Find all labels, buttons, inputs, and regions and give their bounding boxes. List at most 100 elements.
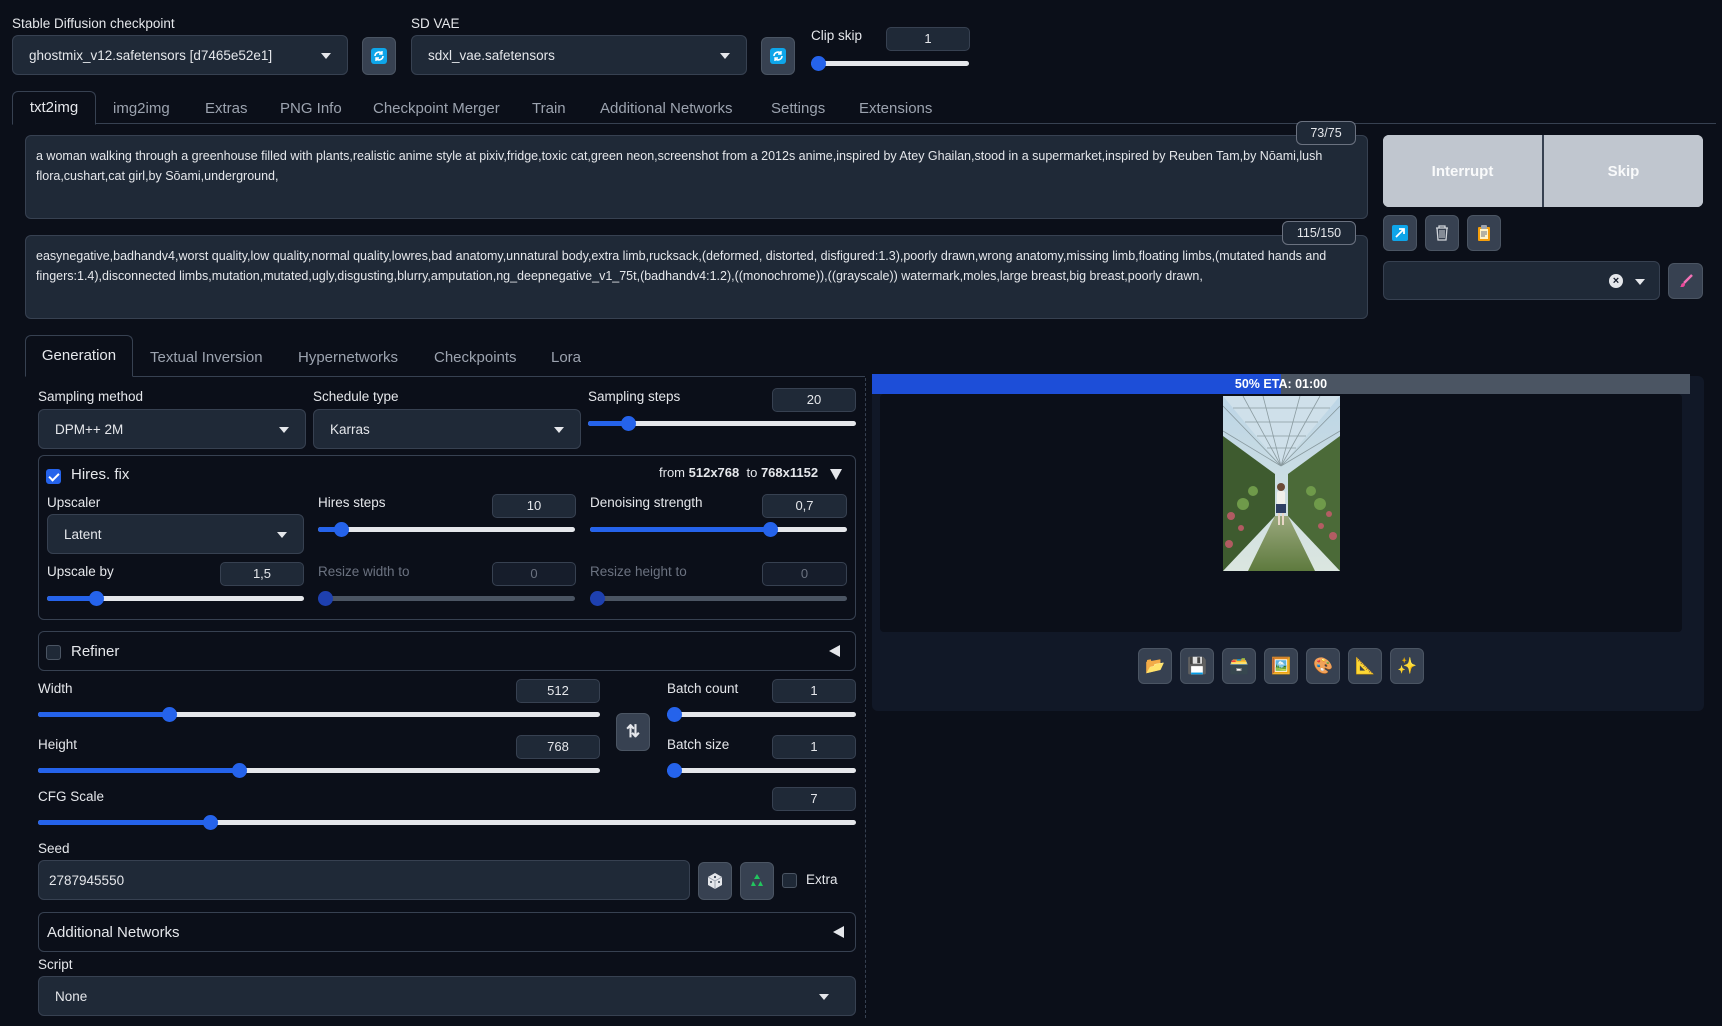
negative-prompt-text: easynegative,badhandv4,worst quality,low… <box>36 249 1327 283</box>
zip-button[interactable]: 🗃️ <box>1222 648 1256 684</box>
checkpoint-dropdown[interactable]: ghostmix_v12.safetensors [d7465e52e1] <box>12 35 348 75</box>
preview-image[interactable] <box>1223 396 1340 571</box>
vae-dropdown[interactable]: sdxl_vae.safetensors <box>411 35 747 75</box>
clip-skip-slider[interactable] <box>811 55 969 71</box>
clip-skip-input[interactable]: 1 <box>886 27 970 51</box>
tab-png-info[interactable]: PNG Info <box>280 100 342 117</box>
edit-styles-button[interactable] <box>1668 263 1703 299</box>
upscale-button[interactable]: ✨ <box>1390 648 1424 684</box>
tab-hypernetworks[interactable]: Hypernetworks <box>298 349 398 366</box>
height-slider[interactable] <box>38 762 600 778</box>
expand-triangle-icon[interactable] <box>829 645 840 657</box>
slider-thumb[interactable] <box>762 522 778 537</box>
slider-thumb[interactable] <box>811 56 826 71</box>
reuse-seed-button[interactable] <box>740 862 774 900</box>
refresh-vae-button[interactable] <box>761 37 795 75</box>
slider-thumb[interactable] <box>161 707 177 722</box>
send-to-extras-button[interactable]: 📐 <box>1348 648 1382 684</box>
slider-thumb[interactable] <box>621 416 637 431</box>
prompt-textarea[interactable]: a woman walking through a greenhouse fil… <box>25 135 1368 219</box>
tab-generation[interactable]: Generation <box>25 335 133 377</box>
slider-thumb[interactable] <box>667 763 682 778</box>
save-button[interactable]: 💾 <box>1180 648 1214 684</box>
paste-params-button[interactable] <box>1383 215 1417 251</box>
slider-fill <box>38 820 210 825</box>
width-input[interactable]: 512 <box>516 679 600 703</box>
denoising-strength-slider[interactable] <box>590 521 847 537</box>
height-input[interactable]: 768 <box>516 735 600 759</box>
sampling-steps-slider[interactable] <box>588 415 856 431</box>
hires-to-size: 768x1152 <box>760 465 819 480</box>
open-folder-button[interactable]: 📂 <box>1138 648 1172 684</box>
tab-txt2img[interactable]: txt2img <box>12 91 96 125</box>
slider-thumb[interactable] <box>334 522 350 537</box>
width-slider[interactable] <box>38 706 600 722</box>
upscaler-label: Upscaler <box>47 495 101 510</box>
batch-size-slider[interactable] <box>667 762 856 778</box>
upscaler-dropdown[interactable]: Latent <box>47 514 304 554</box>
hires-fix-checkbox[interactable] <box>46 469 61 484</box>
random-seed-button[interactable] <box>698 862 732 900</box>
clear-prompt-button[interactable] <box>1425 215 1459 251</box>
skip-button[interactable]: Skip <box>1544 135 1703 207</box>
tab-settings[interactable]: Settings <box>771 100 825 117</box>
schedule-type-dropdown[interactable]: Karras <box>313 409 581 449</box>
progress-text: 50% ETA: 01:00 <box>1234 377 1328 391</box>
resize-height-input[interactable]: 0 <box>762 562 847 586</box>
recycle-icon <box>751 874 763 886</box>
slider-thumb[interactable] <box>590 591 605 606</box>
tab-textual-inversion[interactable]: Textual Inversion <box>150 349 263 366</box>
refresh-checkpoint-button[interactable] <box>362 37 396 75</box>
swap-dimensions-button[interactable]: ⇅ <box>616 713 650 751</box>
batch-size-input[interactable]: 1 <box>772 735 856 759</box>
batch-count-input[interactable]: 1 <box>772 679 856 703</box>
slider-thumb[interactable] <box>318 591 333 606</box>
height-label: Height <box>38 737 78 752</box>
send-to-img2img-button[interactable]: 🖼️ <box>1264 648 1298 684</box>
tab-checkpoint-merger[interactable]: Checkpoint Merger <box>373 100 500 117</box>
slider-thumb[interactable] <box>232 763 248 778</box>
interrupt-button[interactable]: Interrupt <box>1383 135 1544 207</box>
slider-thumb[interactable] <box>202 815 218 830</box>
styles-dropdown[interactable]: × <box>1383 261 1660 300</box>
slider-thumb[interactable] <box>667 707 682 722</box>
hires-steps-slider[interactable] <box>318 521 575 537</box>
tab-train[interactable]: Train <box>532 100 566 117</box>
tab-img2img[interactable]: img2img <box>113 100 170 117</box>
refiner-checkbox[interactable] <box>46 645 61 660</box>
resize-width-slider[interactable] <box>318 590 575 606</box>
clipboard-button[interactable] <box>1467 215 1501 251</box>
cfg-scale-slider[interactable] <box>38 814 856 830</box>
clear-icon[interactable]: × <box>1609 274 1623 288</box>
extra-seed-checkbox[interactable] <box>782 873 797 888</box>
slider-fill <box>590 527 770 532</box>
denoising-strength-input[interactable]: 0,7 <box>762 494 847 518</box>
width-label: Width <box>38 681 73 696</box>
tab-lora[interactable]: Lora <box>551 349 581 366</box>
sampling-steps-input[interactable]: 20 <box>772 388 856 412</box>
script-dropdown[interactable]: None <box>38 976 856 1016</box>
hires-steps-input[interactable]: 10 <box>492 494 576 518</box>
expand-triangle-icon[interactable] <box>833 926 844 938</box>
tab-additional-networks[interactable]: Additional Networks <box>600 100 733 117</box>
batch-count-slider[interactable] <box>667 706 856 722</box>
cfg-scale-input[interactable]: 7 <box>772 787 856 811</box>
collapse-triangle-icon[interactable] <box>830 469 842 480</box>
upscale-by-slider[interactable] <box>47 590 304 606</box>
sampling-method-dropdown[interactable]: DPM++ 2M <box>38 409 306 449</box>
upscale-by-input[interactable]: 1,5 <box>220 562 304 586</box>
tab-extensions[interactable]: Extensions <box>859 100 932 117</box>
tab-checkpoints[interactable]: Checkpoints <box>434 349 517 366</box>
negative-prompt-textarea[interactable]: easynegative,badhandv4,worst quality,low… <box>25 235 1368 319</box>
slider-thumb[interactable] <box>88 591 104 606</box>
column-divider <box>865 378 866 1018</box>
seed-input[interactable]: 2787945550 <box>38 860 690 900</box>
send-to-inpaint-button[interactable]: 🎨 <box>1306 648 1340 684</box>
tab-extras[interactable]: Extras <box>205 100 248 117</box>
resize-width-input[interactable]: 0 <box>492 562 576 586</box>
sub-tabs-divider <box>25 376 865 377</box>
resize-height-slider[interactable] <box>590 590 847 606</box>
folder-icon: 📂 <box>1145 658 1165 675</box>
vae-value: sdxl_vae.safetensors <box>428 47 555 63</box>
resize-height-label: Resize height to <box>590 564 687 579</box>
